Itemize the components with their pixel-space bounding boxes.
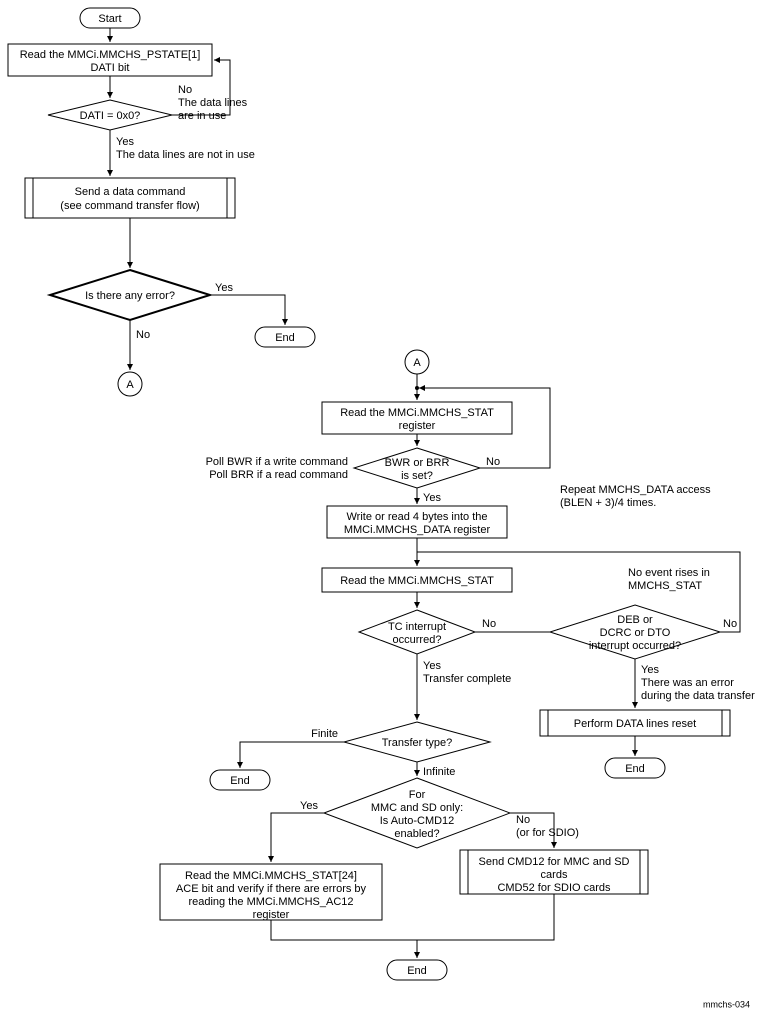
svg-text:Yes: Yes [215, 282, 233, 294]
svg-text:Read the MMCi.MMCHS_STAT[24]: Read the MMCi.MMCHS_STAT[24] [185, 870, 357, 882]
svg-text:Yes: Yes [423, 660, 441, 672]
svg-text:cards: cards [541, 869, 568, 881]
svg-text:Yes: Yes [116, 136, 134, 148]
process-send-data-command [25, 178, 235, 218]
svg-text:DATI = 0x0?: DATI = 0x0? [80, 110, 141, 122]
svg-text:No: No [516, 814, 530, 826]
svg-text:Is there any error?: Is there any error? [85, 290, 175, 302]
svg-text:No event rises in: No event rises in [628, 567, 710, 579]
svg-text:Repeat MMCHS_DATA access: Repeat MMCHS_DATA access [560, 484, 711, 496]
svg-text:BWR or BRR: BWR or BRR [385, 457, 450, 469]
svg-text:End: End [625, 763, 645, 775]
svg-text:No: No [486, 456, 500, 468]
svg-text:TC interrupt: TC interrupt [388, 621, 446, 633]
svg-text:register: register [253, 909, 290, 921]
svg-text:MMCHS_STAT: MMCHS_STAT [628, 580, 702, 592]
svg-text:enabled?: enabled? [394, 828, 439, 840]
svg-text:occurred?: occurred? [393, 634, 442, 646]
svg-text:are in use: are in use [178, 110, 226, 122]
svg-text:End: End [230, 775, 250, 787]
svg-text:DCRC or DTO: DCRC or DTO [600, 627, 671, 639]
svg-text:Yes: Yes [423, 492, 441, 504]
svg-text:Transfer type?: Transfer type? [382, 737, 453, 749]
svg-text:(or for SDIO): (or for SDIO) [516, 827, 579, 839]
svg-text:Read the MMCi.MMCHS_STAT: Read the MMCi.MMCHS_STAT [340, 407, 494, 419]
svg-text:Perform DATA lines reset: Perform DATA lines reset [574, 718, 696, 730]
svg-text:Yes: Yes [300, 800, 318, 812]
svg-text:Yes: Yes [641, 664, 659, 676]
svg-text:No: No [136, 329, 150, 341]
svg-text:MMCi.MMCHS_DATA register: MMCi.MMCHS_DATA register [344, 524, 491, 536]
svg-text:interrupt occurred?: interrupt occurred? [589, 640, 681, 652]
svg-text:There was an error: There was an error [641, 677, 734, 689]
svg-text:Infinite: Infinite [423, 766, 455, 778]
svg-text:Read the MMCi.MMCHS_PSTATE[1]: Read the MMCi.MMCHS_PSTATE[1] [20, 49, 201, 61]
svg-text:(see command transfer flow): (see command transfer flow) [60, 200, 199, 212]
svg-text:Poll BRR if a read command: Poll BRR if a read command [209, 469, 348, 481]
svg-text:No: No [178, 84, 192, 96]
svg-text:Write or read 4 bytes into the: Write or read 4 bytes into the [346, 511, 487, 523]
flowchart-diagram: Start Read the MMCi.MMCHS_PSTATE[1] DATI… [0, 0, 757, 1013]
svg-text:is set?: is set? [401, 470, 433, 482]
svg-text:For: For [409, 789, 426, 801]
svg-text:Read the MMCi.MMCHS_STAT: Read the MMCi.MMCHS_STAT [340, 575, 494, 587]
svg-text:Send a data command: Send a data command [75, 186, 186, 198]
svg-text:ACE bit and verify if there ar: ACE bit and verify if there are errors b… [176, 883, 367, 895]
svg-text:register: register [399, 420, 436, 432]
svg-text:DEB or: DEB or [617, 614, 653, 626]
svg-text:(BLEN + 3)/4 times.: (BLEN + 3)/4 times. [560, 497, 656, 509]
svg-text:CMD52 for SDIO cards: CMD52 for SDIO cards [497, 882, 611, 894]
svg-text:A: A [413, 357, 421, 369]
svg-text:No: No [482, 618, 496, 630]
svg-text:reading the MMCi.MMCHS_AC12: reading the MMCi.MMCHS_AC12 [188, 896, 353, 908]
svg-text:End: End [275, 332, 295, 344]
svg-text:A: A [126, 379, 134, 391]
svg-text:Send CMD12 for MMC and SD: Send CMD12 for MMC and SD [479, 856, 630, 868]
terminal-start-label: Start [98, 13, 121, 25]
svg-text:No: No [723, 618, 737, 630]
svg-text:during the data transfer: during the data transfer [641, 690, 755, 702]
svg-text:Finite: Finite [311, 728, 338, 740]
svg-text:MMC and SD only:: MMC and SD only: [371, 802, 463, 814]
svg-text:DATI bit: DATI bit [91, 62, 130, 74]
figure-id: mmchs-034 [703, 999, 750, 1009]
svg-text:The data lines are not in use: The data lines are not in use [116, 149, 255, 161]
svg-text:The data lines: The data lines [178, 97, 248, 109]
svg-text:Transfer complete: Transfer complete [423, 673, 511, 685]
svg-text:Is Auto-CMD12: Is Auto-CMD12 [380, 815, 455, 827]
svg-text:Poll BWR if a write command: Poll BWR if a write command [206, 456, 348, 468]
svg-text:End: End [407, 965, 427, 977]
